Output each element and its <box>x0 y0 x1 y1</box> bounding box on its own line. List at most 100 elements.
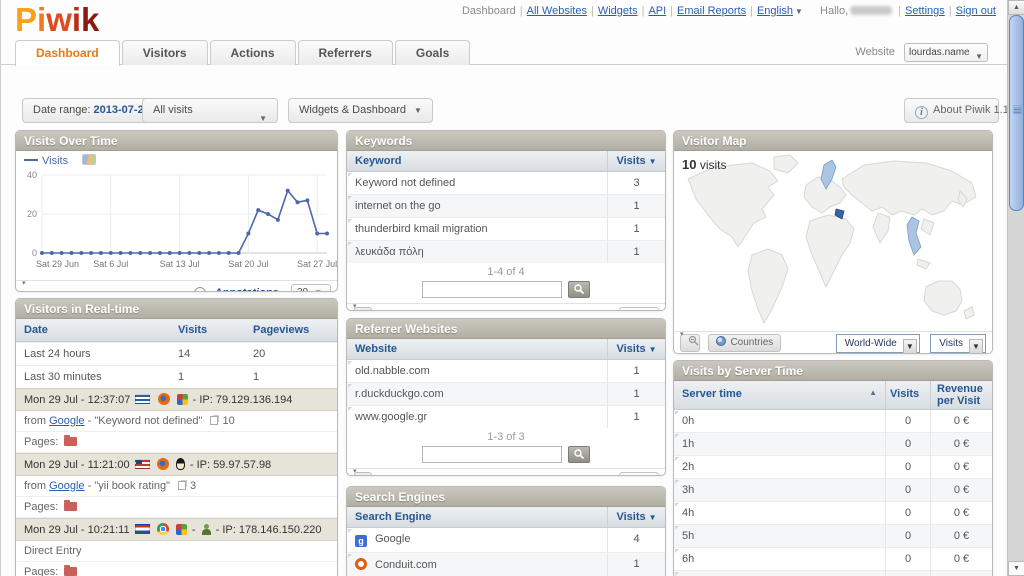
search-button[interactable] <box>568 281 590 298</box>
annotations-link[interactable]: Annotations <box>214 287 278 292</box>
firefox-browser-icon <box>157 458 169 470</box>
piwik-logo[interactable]: Piwik <box>15 0 99 40</box>
col-server-time-sort[interactable]: Server time▲ <box>674 381 885 409</box>
table-row: 3h00 € <box>674 478 992 501</box>
referrer-link[interactable]: Google <box>49 415 84 427</box>
tab-dashboard[interactable]: Dashboard <box>15 40 120 66</box>
widget-referrer-websites: Referrer Websites Website Visits▼ old.na… <box>346 318 666 476</box>
widget-header[interactable]: Visitors in Real-time <box>16 299 337 319</box>
col-revenue-per-visit[interactable]: Revenueper Visit <box>930 381 992 409</box>
export-icon[interactable] <box>456 307 474 311</box>
nav-settings[interactable]: Settings <box>905 5 945 17</box>
svg-text:Sat 13 Jul: Sat 13 Jul <box>160 259 200 269</box>
rows-limit-select[interactable]: 25▼ <box>619 472 659 476</box>
tab-referrers[interactable]: Referrers <box>298 40 393 65</box>
website-selector: Website lourdas.name▼ <box>855 43 988 62</box>
segment-select-button[interactable]: All visits▼ <box>142 98 278 123</box>
tab-goals[interactable]: Goals <box>395 40 470 65</box>
tab-visitors[interactable]: Visitors <box>122 40 208 65</box>
col-website[interactable]: Website <box>347 339 607 359</box>
col-visits-sort[interactable]: Visits▼ <box>607 507 665 527</box>
bar-chart-view-icon[interactable] <box>430 307 448 311</box>
google-search-icon <box>355 535 367 547</box>
widget-footer-handle[interactable]: ▾ <box>22 279 26 287</box>
nav-all-websites[interactable]: All Websites <box>527 5 587 17</box>
rows-limit-select[interactable]: 25▼ <box>619 307 659 311</box>
annotations-icon[interactable] <box>194 287 206 292</box>
user-name-redacted <box>850 6 892 15</box>
gear-icon[interactable]: ⚙ <box>595 473 607 476</box>
nav-widgets[interactable]: Widgets <box>598 5 638 17</box>
logo-letter: w <box>46 0 72 40</box>
scroll-down-button[interactable]: ▼ <box>1008 561 1024 576</box>
widget-footer-handle[interactable]: ▾ <box>680 330 684 338</box>
nav-api[interactable]: API <box>648 5 666 17</box>
chevron-down-icon: ▼ <box>975 48 983 65</box>
search-button[interactable] <box>568 446 590 463</box>
col-visits-sort[interactable]: Visits▼ <box>607 151 665 171</box>
table-row: Google4 <box>347 528 665 552</box>
col-search-engine[interactable]: Search Engine <box>347 507 607 527</box>
expanded-table-view-icon[interactable] <box>379 307 397 311</box>
vertical-scrollbar[interactable]: ▲ ▼ <box>1007 0 1024 576</box>
visitor-pages-line: Pages: <box>16 497 337 518</box>
col-pageviews[interactable]: Pageviews <box>251 319 337 341</box>
search-input[interactable] <box>422 446 562 463</box>
website-select[interactable]: lourdas.name▼ <box>904 43 988 62</box>
website-label: Website <box>855 46 895 58</box>
map-region-select[interactable]: World-Wide▼ <box>836 334 920 353</box>
map-countries-button[interactable]: Countries <box>708 334 781 352</box>
image-export-icon[interactable] <box>48 284 66 292</box>
table-row: 7h00 € <box>674 570 992 576</box>
widget-header[interactable]: Referrer Websites <box>347 319 665 339</box>
svg-text:Sat 20 Jul: Sat 20 Jul <box>228 259 268 269</box>
nav-email-reports[interactable]: Email Reports <box>677 5 746 17</box>
widget-header[interactable]: Visits by Server Time <box>674 361 992 381</box>
nav-language-menu[interactable]: English <box>757 5 793 17</box>
flag-tricolor-icon <box>135 524 150 534</box>
col-date[interactable]: Date <box>16 319 176 341</box>
goals-flag-icon[interactable] <box>405 472 423 476</box>
world-map[interactable]: 10 visits <box>674 151 992 331</box>
col-visits[interactable]: Visits <box>176 319 251 341</box>
export-icon[interactable] <box>456 472 474 476</box>
widget-header[interactable]: Search Engines <box>347 487 665 507</box>
expanded-table-view-icon[interactable] <box>379 472 397 476</box>
pages-folder-icon[interactable] <box>64 502 77 511</box>
pagination-label: 1-4 of 4 <box>347 263 665 279</box>
scrollbar-thumb[interactable] <box>1009 15 1024 211</box>
widget-header[interactable]: Visits Over Time <box>16 131 337 151</box>
chart-rows-limit-select[interactable]: 30▼ <box>291 284 331 292</box>
pages-folder-icon[interactable] <box>64 567 77 576</box>
search-input[interactable] <box>422 281 562 298</box>
scroll-up-button[interactable]: ▲ <box>1008 0 1024 15</box>
visitor-referrer-line: from Google - "Keyword not defined"10 <box>16 411 337 432</box>
sort-desc-icon: ▼ <box>649 513 657 522</box>
map-metric-select[interactable]: Visits▼ <box>930 334 986 353</box>
widgets-dashboard-menu-button[interactable]: Widgets & Dashboard▼ <box>288 98 433 123</box>
bar-chart-view-icon[interactable] <box>430 472 448 476</box>
referrer-link[interactable]: Google <box>49 480 84 492</box>
pageviews-count-icon <box>210 416 218 425</box>
nav-sign-out[interactable]: Sign out <box>956 5 996 17</box>
tab-actions[interactable]: Actions <box>210 40 296 65</box>
pages-folder-icon[interactable] <box>64 437 77 446</box>
legend-line-swatch <box>24 159 38 161</box>
about-piwik-button[interactable]: iAbout Piwik 1.12 <box>904 98 999 123</box>
datatable-header: Search Engine Visits▼ <box>347 507 665 528</box>
map-country-vietnam[interactable] <box>907 217 921 255</box>
widget-header[interactable]: Keywords <box>347 131 665 151</box>
main-tabs: Dashboard Visitors Actions Referrers Goa… <box>1 40 1008 65</box>
widget-footer-handle[interactable]: ▾ <box>353 467 357 475</box>
goals-flag-icon[interactable] <box>405 307 423 311</box>
summary-row: Last 30 minutes 1 1 <box>16 365 337 388</box>
conduit-search-icon <box>355 558 367 570</box>
col-visits-sort[interactable]: Visits▼ <box>607 339 665 359</box>
metric-picker-icon[interactable] <box>82 154 96 165</box>
sort-desc-icon: ▼ <box>649 157 657 166</box>
col-visits[interactable]: Visits <box>885 381 930 409</box>
widget-footer-handle[interactable]: ▾ <box>353 302 357 310</box>
gear-icon[interactable]: ⚙ <box>595 308 607 311</box>
widget-header[interactable]: Visitor Map <box>674 131 992 151</box>
col-keyword[interactable]: Keyword <box>347 151 607 171</box>
